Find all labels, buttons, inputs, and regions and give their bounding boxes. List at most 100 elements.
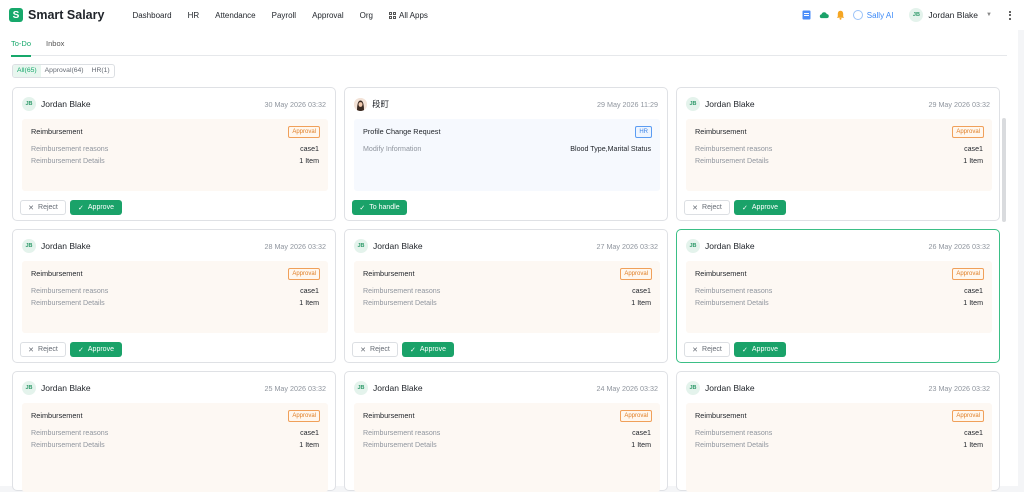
- task-card[interactable]: JB Jordan Blake 28 May 2026 03:32 Reimbu…: [12, 229, 336, 363]
- request-type: Profile Change Request: [363, 127, 441, 136]
- avatar: JB: [686, 239, 700, 253]
- check-icon: ✓: [359, 204, 366, 212]
- check-icon: ✓: [742, 204, 748, 212]
- reject-label: Reject: [702, 346, 722, 353]
- approve-button[interactable]: ✓ Approve: [70, 200, 122, 215]
- approval-tag: Approval: [620, 410, 652, 422]
- detail-label: Reimbursement reasons: [31, 429, 109, 437]
- reject-button[interactable]: ✕ Reject: [20, 342, 66, 357]
- task-card[interactable]: JB Jordan Blake 30 May 2026 03:32 Reimbu…: [12, 87, 336, 221]
- nav-dashboard[interactable]: Dashboard: [132, 11, 171, 20]
- assistant-button[interactable]: Sally AI: [852, 10, 894, 20]
- filter-approval[interactable]: Approval(64): [41, 65, 88, 77]
- top-right-tools: Sally AI JB Jordan Blake ▼: [802, 0, 1024, 30]
- reject-button[interactable]: ✕ Reject: [684, 200, 730, 215]
- avatar: JB: [22, 239, 36, 253]
- task-card[interactable]: JB Jordan Blake 25 May 2026 03:32 Reimbu…: [12, 371, 336, 492]
- app-name: Smart Salary: [28, 8, 105, 22]
- request-type: Reimbursement: [363, 411, 415, 420]
- approve-button[interactable]: ✓ Approve: [70, 342, 122, 357]
- approve-button[interactable]: ✓ Approve: [734, 342, 786, 357]
- task-card[interactable]: JB Jordan Blake 29 May 2026 03:32 Reimbu…: [676, 87, 1000, 221]
- cloud-icon[interactable]: [819, 10, 829, 20]
- detail-value: Blood Type,Marital Status: [570, 145, 651, 153]
- detail-label: Reimbursement Details: [363, 441, 437, 449]
- nav-attendance[interactable]: Attendance: [215, 11, 255, 20]
- request-type: Reimbursement: [695, 269, 747, 278]
- task-card-selected[interactable]: JB Jordan Blake 26 May 2026 03:32 Reimbu…: [676, 229, 1000, 363]
- chevron-down-icon: ▼: [986, 12, 992, 18]
- reject-label: Reject: [38, 346, 58, 353]
- detail-label: Reimbursement Details: [31, 299, 105, 307]
- request-type: Reimbursement: [363, 269, 415, 278]
- request-date: 29 May 2026 03:32: [928, 99, 990, 109]
- approval-tag: Approval: [952, 268, 984, 280]
- task-card[interactable]: JB Jordan Blake 23 May 2026 03:32 Reimbu…: [676, 371, 1000, 492]
- nav-hr[interactable]: HR: [188, 11, 200, 20]
- tab-inbox[interactable]: Inbox: [46, 30, 64, 56]
- request-details: Reimbursement Approval Reimbursement rea…: [22, 261, 328, 333]
- filter-hr[interactable]: HR(1): [88, 65, 114, 77]
- assistant-label: Sally AI: [866, 10, 894, 20]
- request-date: 24 May 2026 03:32: [596, 383, 658, 393]
- requester-name: 段町: [372, 99, 390, 109]
- task-card[interactable]: JB Jordan Blake 27 May 2026 03:32 Reimbu…: [344, 229, 668, 363]
- scrollbar[interactable]: [1002, 118, 1006, 222]
- main-content: To-Do Inbox All(65) Approval(64) HR(1) J…: [0, 30, 1018, 492]
- check-icon: ✓: [742, 346, 748, 354]
- request-date: 25 May 2026 03:32: [264, 383, 326, 393]
- tab-bar: To-Do Inbox: [11, 30, 1007, 57]
- detail-label: Reimbursement Details: [31, 441, 105, 449]
- assistant-icon: [852, 10, 863, 20]
- tab-to-do[interactable]: To-Do: [11, 30, 32, 57]
- nav-all-apps[interactable]: All Apps: [389, 11, 428, 20]
- task-card[interactable]: JB Jordan Blake 24 May 2026 03:32 Reimbu…: [344, 371, 668, 492]
- detail-label: Reimbursement reasons: [695, 429, 773, 437]
- bell-icon[interactable]: [836, 10, 846, 20]
- detail-value: case1: [964, 145, 983, 153]
- detail-value: 1 Item: [631, 299, 651, 307]
- avatar: JB: [354, 381, 368, 395]
- task-card[interactable]: 段町 29 May 2026 11:29 Profile Change Requ…: [344, 87, 668, 221]
- check-icon: ✓: [410, 346, 416, 354]
- detail-label: Reimbursement Details: [363, 299, 437, 307]
- avatar: JB: [686, 97, 700, 111]
- reject-button[interactable]: ✕ Reject: [684, 342, 730, 357]
- approve-button[interactable]: ✓ Approve: [734, 200, 786, 215]
- approval-tag: Approval: [952, 126, 984, 138]
- detail-label: Reimbursement reasons: [363, 429, 441, 437]
- nav-approval[interactable]: Approval: [312, 11, 344, 20]
- user-menu[interactable]: JB Jordan Blake ▼: [909, 8, 992, 22]
- check-icon: ✓: [78, 204, 84, 212]
- request-details: Reimbursement Approval Reimbursement rea…: [686, 261, 992, 333]
- filter-all[interactable]: All(65): [13, 65, 41, 77]
- reject-button[interactable]: ✕ Reject: [20, 200, 66, 215]
- more-options-icon[interactable]: [1004, 10, 1016, 20]
- request-details: Reimbursement Approval Reimbursement rea…: [22, 119, 328, 191]
- detail-value: case1: [300, 287, 319, 295]
- approve-label: Approve: [87, 204, 114, 211]
- close-icon: ✕: [692, 204, 699, 212]
- request-details: Reimbursement Approval Reimbursement rea…: [354, 403, 660, 492]
- reject-label: Reject: [702, 204, 722, 211]
- user-name: Jordan Blake: [928, 10, 979, 20]
- requester-name: Jordan Blake: [373, 241, 423, 251]
- to-handle-label: To handle: [369, 204, 400, 211]
- request-date: 23 May 2026 03:32: [928, 383, 990, 393]
- close-icon: ✕: [28, 346, 35, 354]
- app-logo[interactable]: S Smart Salary: [9, 8, 104, 22]
- request-type: Reimbursement: [31, 269, 83, 278]
- detail-label: Reimbursement reasons: [31, 145, 109, 153]
- nav-payroll[interactable]: Payroll: [272, 11, 296, 20]
- request-date: 30 May 2026 03:32: [264, 99, 326, 109]
- detail-value: 1 Item: [963, 157, 983, 165]
- avatar: JB: [22, 381, 36, 395]
- detail-label: Reimbursement reasons: [31, 287, 109, 295]
- nav-org[interactable]: Org: [360, 11, 373, 20]
- approve-button[interactable]: ✓ Approve: [402, 342, 454, 357]
- detail-label: Reimbursement Details: [31, 157, 105, 165]
- to-handle-button[interactable]: ✓ To handle: [352, 200, 407, 215]
- document-icon[interactable]: [802, 10, 812, 20]
- top-bar: S Smart Salary Dashboard HR Attendance P…: [0, 0, 1024, 30]
- reject-button[interactable]: ✕ Reject: [352, 342, 398, 357]
